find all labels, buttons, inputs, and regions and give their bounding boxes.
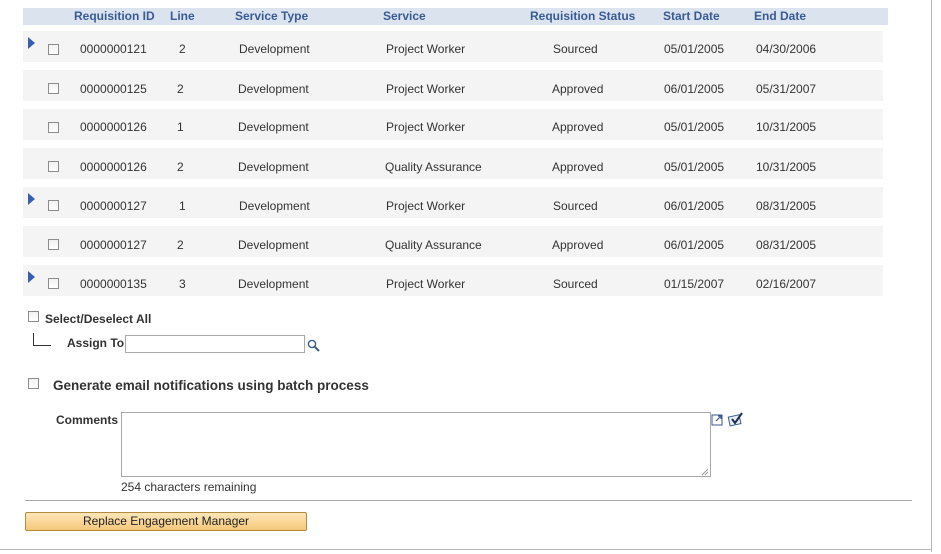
- chars-remaining-text: 254 characters remaining: [121, 480, 257, 494]
- col-header-service[interactable]: Service: [383, 9, 426, 23]
- cell-end-date: 08/31/2005: [756, 238, 817, 252]
- cell-requisition-id: 0000000127: [80, 238, 147, 252]
- cell-requisition-id: 0000000125: [80, 82, 147, 96]
- cell-start-date: 05/01/2005: [664, 120, 725, 134]
- cell-end-date: 04/30/2006: [756, 42, 817, 56]
- cell-line: 1: [179, 199, 186, 213]
- cell-end-date: 05/31/2007: [756, 82, 817, 96]
- expand-row-icon[interactable]: [28, 271, 35, 283]
- row-select-checkbox[interactable]: [48, 122, 59, 133]
- cell-service: Quality Assurance: [385, 160, 482, 174]
- expand-row-icon[interactable]: [28, 193, 35, 205]
- cell-end-date: 10/31/2005: [756, 120, 817, 134]
- replace-engagement-manager-button[interactable]: Replace Engagement Manager: [25, 512, 307, 531]
- cell-start-date: 06/01/2005: [664, 199, 725, 213]
- col-header-end-date[interactable]: End Date: [754, 9, 806, 23]
- col-header-requisition-id[interactable]: Requisition ID: [74, 9, 155, 23]
- cell-requisition-status: Sourced: [553, 199, 598, 213]
- row-select-checkbox[interactable]: [48, 239, 59, 250]
- cell-requisition-id: 0000000126: [80, 160, 147, 174]
- col-header-service-type[interactable]: Service Type: [235, 9, 308, 23]
- cell-line: 3: [179, 277, 186, 291]
- section-divider: [25, 500, 912, 501]
- cell-end-date: 10/31/2005: [756, 160, 817, 174]
- cell-start-date: 01/15/2007: [664, 277, 725, 291]
- cell-service-type: Development: [238, 82, 309, 96]
- cell-start-date: 06/01/2005: [664, 238, 725, 252]
- cell-service-type: Development: [238, 238, 309, 252]
- spell-check-icon[interactable]: [727, 411, 744, 427]
- select-all-label[interactable]: Select/Deselect All: [45, 312, 151, 326]
- assign-to-label: Assign To: [67, 336, 125, 350]
- expand-row-icon[interactable]: [28, 37, 35, 49]
- expand-window-icon[interactable]: [711, 413, 724, 426]
- cell-requisition-status: Approved: [552, 120, 604, 134]
- cell-service: Project Worker: [386, 42, 466, 56]
- cell-requisition-status: Approved: [552, 160, 604, 174]
- email-notification-label[interactable]: Generate email notifications using batch…: [53, 378, 369, 393]
- comments-label: Comments: [56, 413, 119, 427]
- cell-requisition-id: 0000000127: [80, 199, 147, 213]
- cell-service-type: Development: [238, 120, 309, 134]
- col-header-line[interactable]: Line: [170, 9, 195, 23]
- cell-end-date: 02/16/2007: [756, 277, 817, 291]
- cell-end-date: 08/31/2005: [756, 199, 817, 213]
- cell-requisition-id: 0000000121: [80, 42, 147, 56]
- select-all-checkbox[interactable]: [28, 311, 39, 322]
- cell-line: 2: [177, 160, 184, 174]
- cell-service-type: Development: [239, 42, 310, 56]
- cell-service: Quality Assurance: [385, 238, 482, 252]
- tree-connector: [33, 333, 51, 346]
- cell-service-type: Development: [238, 160, 309, 174]
- row-select-checkbox[interactable]: [48, 83, 59, 94]
- row-select-checkbox[interactable]: [48, 44, 59, 55]
- magnifier-icon[interactable]: [307, 339, 320, 352]
- cell-service-type: Development: [238, 277, 309, 291]
- frame-border-right: [931, 0, 932, 552]
- row-select-checkbox[interactable]: [48, 200, 59, 211]
- cell-requisition-status: Sourced: [553, 277, 598, 291]
- cell-line: 2: [177, 82, 184, 96]
- row-select-checkbox[interactable]: [48, 161, 59, 172]
- cell-requisition-status: Approved: [552, 238, 604, 252]
- col-header-requisition-status[interactable]: Requisition Status: [530, 9, 635, 23]
- col-header-start-date[interactable]: Start Date: [663, 9, 720, 23]
- cell-requisition-id: 0000000135: [80, 277, 147, 291]
- cell-requisition-status: Approved: [552, 82, 604, 96]
- cell-start-date: 05/01/2005: [664, 42, 725, 56]
- cell-requisition-id: 0000000126: [80, 120, 147, 134]
- requisition-page: Requisition ID Line Service Type Service…: [0, 0, 941, 554]
- cell-start-date: 06/01/2005: [664, 82, 725, 96]
- row-select-checkbox[interactable]: [48, 278, 59, 289]
- cell-requisition-status: Sourced: [553, 42, 598, 56]
- cell-service: Project Worker: [386, 120, 466, 134]
- cell-service: Project Worker: [386, 277, 466, 291]
- comments-textarea[interactable]: [121, 412, 711, 477]
- cell-start-date: 05/01/2005: [664, 160, 725, 174]
- resize-grip-icon[interactable]: [700, 467, 709, 476]
- email-notification-checkbox[interactable]: [28, 378, 39, 389]
- cell-line: 2: [179, 42, 186, 56]
- frame-border-bottom: [0, 549, 932, 550]
- cell-service: Project Worker: [386, 82, 466, 96]
- cell-line: 2: [177, 238, 184, 252]
- cell-service-type: Development: [239, 199, 310, 213]
- cell-service: Project Worker: [386, 199, 466, 213]
- assign-to-input[interactable]: [125, 335, 305, 353]
- cell-line: 1: [177, 120, 184, 134]
